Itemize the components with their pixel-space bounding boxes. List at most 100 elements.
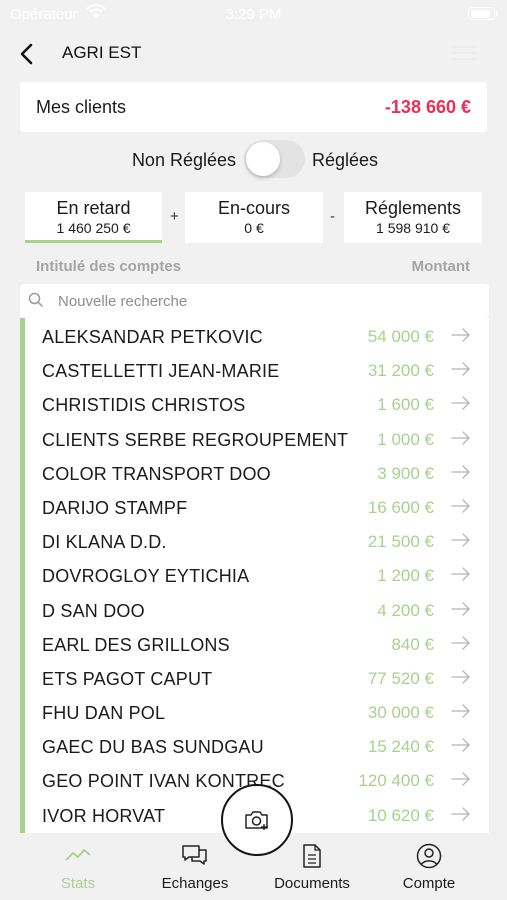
- clients-summary-card: Mes clients -138 660 €: [20, 82, 487, 132]
- account-name: IVOR HORVAT: [42, 805, 166, 826]
- arrow-right-icon: [451, 806, 470, 821]
- chart-line-icon: [65, 848, 91, 861]
- camera-button[interactable]: [221, 784, 293, 856]
- account-row[interactable]: DOVROGLOY EYTICHIA 1 200 €: [25, 557, 489, 591]
- settled-toggle[interactable]: [244, 140, 305, 178]
- tab-stats[interactable]: Stats: [23, 833, 133, 900]
- account-name: CHRISTIDIS CHRISTOS: [42, 395, 246, 416]
- account-row[interactable]: FHU DAN POL 30 000 €: [25, 694, 489, 728]
- tile-current[interactable]: En-cours 0 €: [185, 192, 323, 243]
- account-name: ETS PAGOT CAPUT: [42, 668, 213, 689]
- account-amount: 10 620 €: [361, 805, 434, 826]
- account-name: GAEC DU BAS SUNDGAU: [42, 737, 264, 758]
- account-row[interactable]: CASTELLETTI JEAN-MARIE 31 200 €: [25, 352, 489, 386]
- account-amount: 3 900 €: [371, 463, 434, 484]
- tab-stats-label: Stats: [60, 875, 96, 892]
- plus-operator: +: [170, 208, 179, 225]
- account-amount: 77 520 €: [361, 668, 434, 689]
- account-amount: 31 200 €: [361, 361, 434, 382]
- arrow-right-icon: [451, 465, 470, 479]
- account-name: FHU DAN POL: [42, 703, 166, 724]
- account-amount: 21 500 €: [361, 532, 434, 553]
- arrow-right-icon: [451, 328, 470, 342]
- account-amount: 15 240 €: [361, 737, 434, 758]
- menu-icon[interactable]: [453, 42, 477, 66]
- account-row[interactable]: D SAN DOO 4 200 €: [25, 592, 489, 626]
- account-row[interactable]: CLIENTS SERBE REGROUPEMENT 1 000 €: [25, 421, 489, 455]
- tile-late[interactable]: En retard 1 460 250 €: [25, 192, 162, 243]
- account-row[interactable]: ALEKSANDAR PETKOVIC 54 000 €: [25, 318, 489, 352]
- arrow-right-icon: [451, 772, 470, 787]
- search-input[interactable]: [58, 284, 478, 318]
- document-icon: [303, 844, 321, 868]
- unsettled-label: Non Réglées: [131, 150, 236, 170]
- tab-echanges-label: Echanges: [161, 875, 229, 892]
- account-row[interactable]: EARL DES GRILLONS 840 €: [25, 626, 489, 660]
- account-name: COLOR TRANSPORT DOO: [42, 463, 271, 484]
- column-header-account: Intitulé des comptes: [36, 258, 182, 275]
- account-name: ALEKSANDAR PETKOVIC: [42, 327, 263, 347]
- account-name: DI KLANA D.D.: [42, 532, 167, 553]
- chat-bubbles-icon: [182, 845, 207, 865]
- battery-icon: [468, 7, 498, 20]
- settled-label: Réglées: [312, 150, 379, 170]
- tab-compte-label: Compte: [402, 875, 456, 892]
- tab-compte[interactable]: Compte: [374, 833, 484, 900]
- account-row[interactable]: DARIJO STAMPF 16 600 €: [25, 489, 489, 523]
- arrow-right-icon: [451, 670, 470, 684]
- back-button[interactable]: [10, 38, 42, 70]
- account-amount: 1 200 €: [371, 566, 434, 587]
- minus-operator: -: [330, 208, 335, 225]
- account-amount: 30 000 €: [361, 703, 434, 724]
- account-row[interactable]: DI KLANA D.D. 21 500 €: [25, 523, 489, 557]
- account-amount: 54 000 €: [361, 327, 434, 347]
- search-bar: [20, 284, 489, 318]
- accounts-list: ALEKSANDAR PETKOVIC 54 000 € CASTELLETTI J…: [20, 318, 489, 833]
- account-icon: [416, 843, 442, 869]
- tab-documents-label: Documents: [274, 875, 350, 892]
- settlement-filter: Non Réglées Réglées: [0, 140, 507, 178]
- account-name: CLIENTS SERBE REGROUPEMENT: [42, 429, 349, 450]
- tile-current-value: 0 €: [244, 220, 264, 236]
- tile-settlements[interactable]: Réglements 1 598 910 €: [344, 192, 482, 243]
- arrow-right-icon: [451, 567, 470, 581]
- account-row[interactable]: GAEC DU BAS SUNDGAU 15 240 €: [25, 728, 489, 762]
- arrow-right-icon: [451, 601, 470, 616]
- account-amount: 1 600 €: [371, 395, 434, 416]
- arrow-right-icon: [451, 533, 470, 547]
- account-name: DOVROGLOY EYTICHIA: [42, 566, 250, 587]
- search-icon: [28, 292, 43, 307]
- account-amount: 120 400 €: [352, 771, 434, 792]
- account-amount: 16 600 €: [361, 497, 434, 518]
- account-name: DARIJO STAMPF: [42, 497, 188, 518]
- account-amount: 4 200 €: [371, 600, 434, 621]
- status-bar: Opérateur 3:29 PM: [0, 0, 507, 30]
- arrow-right-icon: [451, 636, 470, 650]
- tile-settlements-title: Réglements: [364, 198, 462, 218]
- account-row[interactable]: ETS PAGOT CAPUT 77 520 €: [25, 660, 489, 694]
- arrow-right-icon: [451, 362, 470, 376]
- camera-add-icon: [245, 811, 268, 830]
- tile-late-value: 1 460 250 €: [56, 220, 131, 236]
- chevron-left-icon: [20, 43, 33, 65]
- tile-current-title: En-cours: [217, 198, 291, 218]
- account-name: EARL DES GRILLONS: [42, 634, 230, 655]
- account-name: CASTELLETTI JEAN-MARIE: [42, 361, 280, 382]
- arrow-right-icon: [451, 738, 470, 752]
- account-amount: 840 €: [385, 634, 434, 655]
- account-row[interactable]: COLOR TRANSPORT DOO 3 900 €: [25, 455, 489, 489]
- page-title: AGRI EST: [62, 43, 142, 62]
- clients-total-amount: -138 660 €: [384, 97, 471, 117]
- arrow-right-icon: [451, 396, 470, 411]
- arrow-right-icon: [451, 430, 470, 445]
- tile-late-title: En retard: [56, 198, 131, 218]
- tile-settlements-value: 1 598 910 €: [376, 220, 450, 236]
- clients-label: Mes clients: [36, 97, 127, 117]
- column-header-amount: Montant: [411, 258, 470, 275]
- clock: 3:29 PM: [225, 6, 282, 23]
- account-name: D SAN DOO: [42, 600, 145, 621]
- account-amount: 1 000 €: [371, 429, 434, 450]
- account-row[interactable]: CHRISTIDIS CHRISTOS 1 600 €: [25, 386, 489, 420]
- navigation-bar: AGRI EST: [0, 30, 507, 78]
- arrow-right-icon: [451, 704, 470, 718]
